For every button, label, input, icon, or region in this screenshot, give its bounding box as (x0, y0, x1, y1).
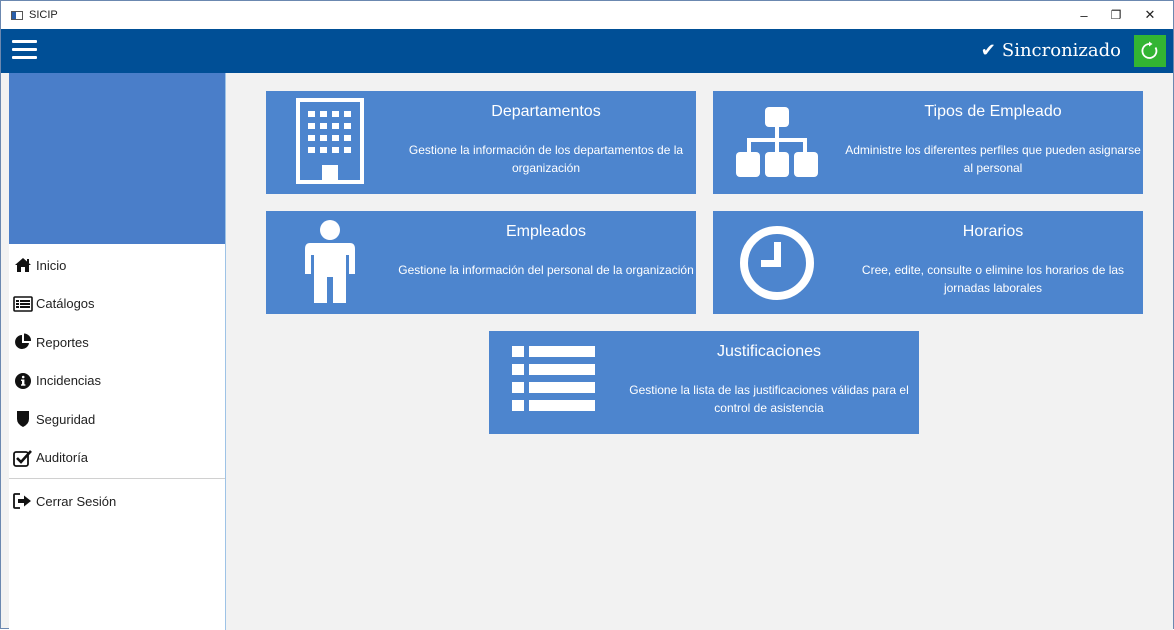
menu-icon[interactable] (12, 40, 38, 62)
sidebar-item-label: Seguridad (36, 411, 96, 427)
tile-description: Gestione la información de los departame… (408, 143, 684, 175)
sidebar-item-incidencias[interactable]: Incidencias (9, 362, 225, 401)
app-header: ✔ Sincronizado (1, 29, 1173, 73)
tile-title: Horarios (962, 223, 1024, 240)
home-icon (13, 255, 33, 275)
info-icon (13, 371, 33, 391)
sidebar-item-reportes[interactable]: Reportes (9, 323, 225, 362)
tile-horarios[interactable]: Horarios Cree, edite, consulte o elimine… (713, 211, 1143, 314)
sign-out-icon (13, 491, 33, 511)
refresh-button[interactable] (1134, 35, 1166, 67)
tile-tipos-de-empleado[interactable]: Tipos de Empleado Administre los diferen… (713, 91, 1143, 194)
tile-title: Tipos de Empleado (924, 103, 1062, 120)
sidebar-item-auditoria[interactable]: Auditoría (9, 439, 225, 478)
sidebar-item-label: Reportes (36, 334, 89, 350)
sidebar-item-label: Cerrar Sesión (36, 493, 117, 509)
tile-justificaciones[interactable]: Justificaciones Gestione la lista de las… (489, 331, 919, 434)
app-icon (11, 10, 23, 20)
tile-title: Justificaciones (716, 343, 822, 360)
tile-description: Administre los diferentes perfiles que p… (845, 143, 1141, 175)
window-title: SICIP (29, 9, 58, 21)
sidebar-item-label: Catálogos (36, 296, 95, 312)
minimize-button[interactable]: – (1069, 1, 1099, 29)
building-icon (296, 98, 364, 184)
tile-empleados[interactable]: Empleados Gestione la información del pe… (266, 211, 696, 314)
list-icon (511, 345, 597, 413)
person-icon (304, 219, 356, 305)
tile-description: Cree, edite, consulte o elimine los hora… (861, 263, 1125, 295)
sidebar-divider (9, 478, 225, 479)
clock-icon (739, 225, 815, 301)
sidebar-item-label: Incidencias (36, 373, 102, 389)
sitemap-icon (735, 106, 819, 178)
sync-label: Sincronizado (1001, 40, 1121, 61)
sidebar-item-catalogos[interactable]: Catálogos (9, 285, 225, 324)
checkbox-icon (13, 448, 33, 468)
tile-departamentos[interactable]: Departamentos Gestione la información de… (266, 91, 696, 194)
list-icon (13, 294, 33, 314)
sidebar-item-label: Auditoría (36, 450, 89, 466)
tile-description: Gestione la información del personal de … (398, 263, 694, 277)
restore-button[interactable]: ❐ (1101, 1, 1131, 29)
main-content: Departamentos Gestione la información de… (226, 73, 1173, 630)
refresh-icon (1141, 41, 1158, 59)
sync-status: ✔ Sincronizado (981, 40, 1121, 61)
tile-title: Empleados (505, 223, 587, 240)
sidebar: Inicio Catálogos Reportes Incidencias Se (9, 73, 226, 630)
shield-icon (13, 409, 33, 429)
sidebar-item-label: Inicio (36, 257, 67, 273)
app-window: SICIP – ❐ ✕ ✔ Sincronizado Inicio Catálo… (0, 0, 1174, 630)
pie-chart-icon (13, 332, 33, 352)
sidebar-item-cerrar-sesion[interactable]: Cerrar Sesión (9, 482, 225, 521)
tile-description: Gestione la lista de las justificaciones… (629, 383, 909, 415)
check-icon: ✔ (980, 40, 996, 61)
close-button[interactable]: ✕ (1135, 1, 1165, 29)
title-bar: SICIP – ❐ ✕ (1, 1, 1173, 29)
sidebar-banner (9, 73, 225, 244)
sidebar-item-inicio[interactable]: Inicio (9, 246, 225, 285)
tile-title: Departamentos (491, 103, 601, 120)
sidebar-item-seguridad[interactable]: Seguridad (9, 400, 225, 439)
